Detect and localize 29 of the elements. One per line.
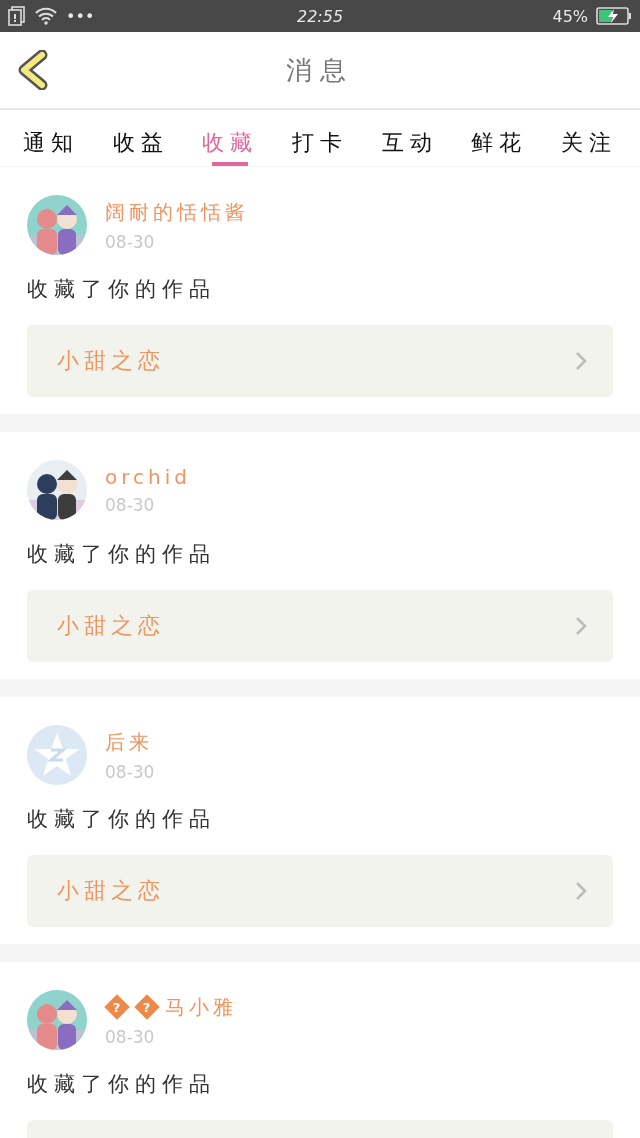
tab[interactable]: 打卡 — [291, 110, 348, 166]
message-text: 收藏了你的作品 — [27, 276, 217, 303]
battery-percent: 45% — [552, 6, 588, 26]
tab[interactable]: 关注 — [561, 110, 618, 166]
user-name[interactable]: 阔耐的恬恬酱 — [105, 198, 249, 226]
chevron-right-icon — [575, 881, 587, 901]
tab[interactable]: 鲜花 — [471, 110, 528, 166]
tab[interactable]: 收藏 — [202, 110, 259, 166]
user-name[interactable]: 马小雅 — [165, 993, 237, 1021]
chevron-right-icon — [575, 351, 587, 371]
chevron-right-icon — [575, 616, 587, 636]
message-text: 收藏了你的作品 — [27, 1071, 217, 1098]
user-name[interactable]: 后来 — [105, 728, 153, 756]
more-indicator: ••• — [66, 6, 95, 26]
work-link[interactable]: 小甜之恋 — [27, 855, 613, 927]
replacement-glyph: ? — [134, 994, 160, 1020]
message-text: 收藏了你的作品 — [27, 806, 217, 833]
page-title: 消息 — [286, 53, 354, 87]
wifi-icon — [34, 7, 58, 25]
tab[interactable]: 收益 — [112, 110, 169, 166]
replacement-glyph: ? — [104, 994, 130, 1020]
sim-icon — [8, 6, 26, 26]
user-name[interactable]: orchid — [105, 465, 191, 489]
tab[interactable]: 通知 — [22, 110, 79, 166]
tab[interactable]: 互动 — [381, 110, 438, 166]
work-link[interactable]: 小甜之恋 — [27, 325, 613, 397]
message-text: 收藏了你的作品 — [27, 541, 217, 568]
work-link[interactable]: 小甜之恋 — [27, 590, 613, 662]
clock-time: 22:55 — [296, 6, 344, 26]
